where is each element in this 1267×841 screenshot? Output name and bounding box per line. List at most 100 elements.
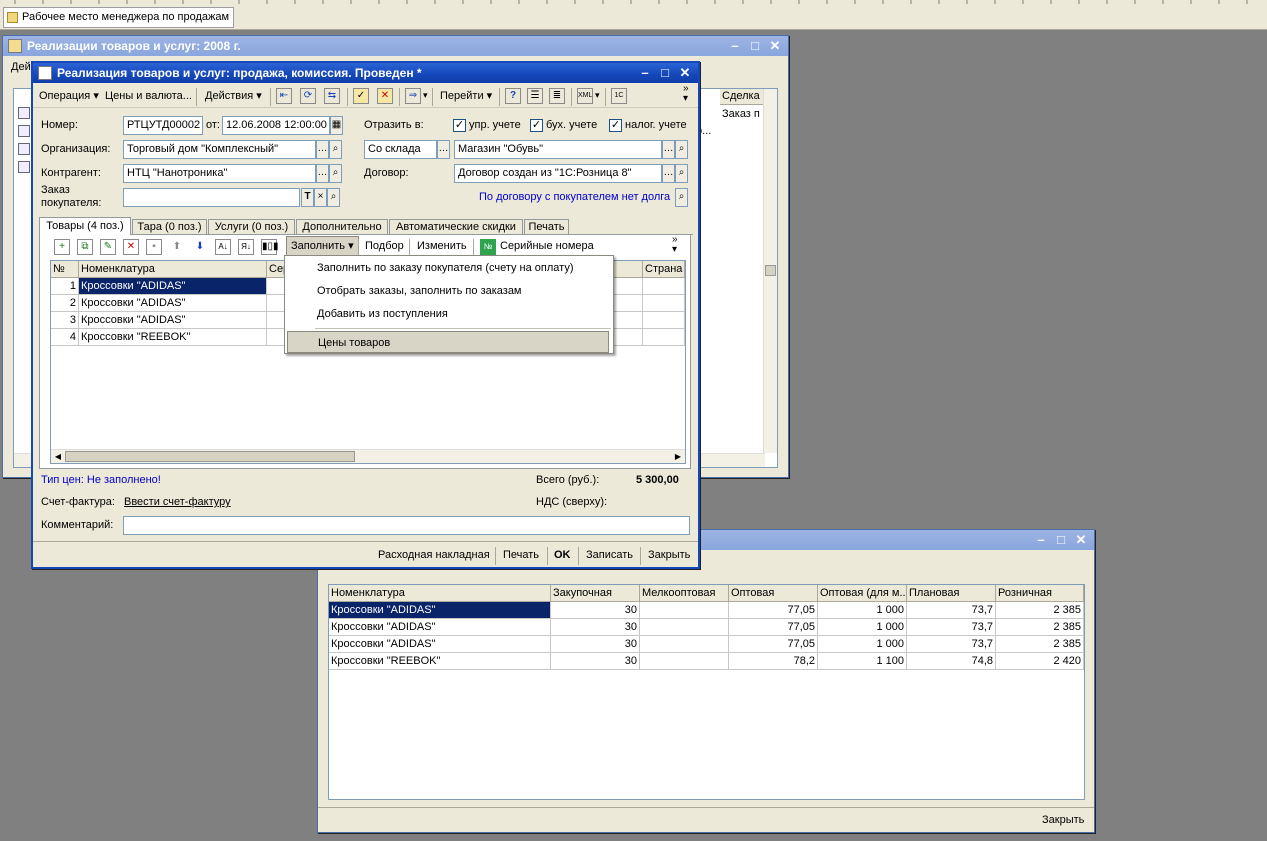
maximize-icon[interactable]: □ [1052,531,1070,549]
ellipsis-icon[interactable]: … [662,164,675,183]
list-settings-icon[interactable]: ≣ [549,88,565,104]
prices-row-wholesale[interactable]: 77,05 [729,602,818,619]
date-field[interactable]: 12.06.2008 12:00:00 [222,116,330,135]
ellipsis-icon[interactable]: … [316,140,329,159]
back-arrow-icon[interactable]: ⇤ [276,88,292,104]
prices-row-purchase[interactable]: 30 [551,636,640,653]
contract-field[interactable]: Договор создан из "1С:Розница 8" [454,164,662,183]
tab-auto-discounts[interactable]: Автоматические скидки [389,219,523,235]
row-country[interactable] [643,312,685,329]
calendar-icon[interactable]: ▦ [330,116,343,135]
scroll-left-icon[interactable]: ◀ [52,451,64,462]
row-country[interactable] [643,278,685,295]
unpost-document-icon[interactable]: ✕ [377,88,393,104]
toolbar-overflow-icon[interactable]: » ▾ [683,84,689,104]
col-number[interactable]: № [51,261,79,278]
warehouse-field[interactable]: Магазин "Обувь" [454,140,662,159]
ellipsis-icon[interactable]: … [662,140,675,159]
search-icon[interactable]: ⌕ [327,188,340,207]
sort-ascending-icon[interactable]: A↓ [215,239,231,255]
chevron-down-icon[interactable]: ▾ [423,90,428,101]
copy-icon[interactable]: ⇆ [324,88,340,104]
search-icon[interactable]: ⌕ [329,164,342,183]
number-field[interactable]: РТЦУТД00002 [123,116,203,135]
prices-col-purchase[interactable]: Закупочная [551,585,640,602]
move-down-icon[interactable]: ⬇ [192,239,208,255]
ellipsis-icon[interactable]: … [316,164,329,183]
deal-column-header[interactable]: Сделка [720,89,766,105]
prices-col-planned[interactable]: Плановая [907,585,996,602]
invoice-link[interactable]: Ввести счет-фактуру [124,493,231,512]
prices-col-wholesale[interactable]: Оптовая [729,585,818,602]
select-button[interactable]: Подбор [361,236,408,256]
prices-row-name[interactable]: Кроссовки "ADIDAS" [329,602,551,619]
prices-row-wholesale[interactable]: 77,05 [729,636,818,653]
tab-services[interactable]: Услуги (0 поз.) [208,219,295,235]
row-nomenclature[interactable]: Кроссовки "ADIDAS" [79,312,267,329]
customer-order-field[interactable] [123,188,300,207]
text-type-icon[interactable]: T [301,188,314,207]
col-nomenclature[interactable]: Номенклатура [79,261,267,278]
prices-row-name[interactable]: Кроссовки "REEBOK" [329,653,551,670]
close-icon[interactable]: ✕ [1072,531,1090,549]
edit-row-icon[interactable]: ✎ [100,239,116,255]
tab-print[interactable]: Печать [524,219,569,235]
tab-containers[interactable]: Тара (0 поз.) [132,219,207,235]
maximize-icon[interactable]: □ [656,64,674,82]
row-nomenclature[interactable]: Кроссовки "REEBOK" [79,329,267,346]
clear-icon[interactable]: × [314,188,327,207]
print-button[interactable]: Печать [499,545,543,565]
sales-document-titlebar[interactable]: Реализация товаров и услуг: продажа, ком… [33,63,698,83]
refresh-icon[interactable]: ⟳ [300,88,316,104]
prices-row-wholesale-m[interactable]: 1 000 [818,602,907,619]
scroll-right-icon[interactable]: ▶ [672,451,684,462]
close-icon[interactable]: ✕ [766,37,784,55]
document-list-titlebar[interactable]: Реализации товаров и услуг: 2008 г. – □ … [3,36,788,56]
list-vscrollbar[interactable] [763,89,777,453]
row-country[interactable] [643,329,685,346]
prices-row-name[interactable]: Кроссовки "ADIDAS" [329,636,551,653]
prices-col-retail[interactable]: Розничная [996,585,1084,602]
1c-exchange-icon[interactable]: 1С [611,88,627,104]
prices-row-name[interactable]: Кроссовки "ADIDAS" [329,619,551,636]
add-row-icon[interactable]: + [54,239,70,255]
prices-col-wholesale-m[interactable]: Оптовая (для м... [818,585,907,602]
maximize-icon[interactable]: □ [746,37,764,55]
menu-add-from-receipt[interactable]: Добавить из поступления [287,303,609,325]
mgmt-accounting-checkbox[interactable]: ✓ [453,119,466,132]
xml-export-icon[interactable]: XML [577,88,593,104]
tax-accounting-checkbox[interactable]: ✓ [609,119,622,132]
accounting-checkbox[interactable]: ✓ [530,119,543,132]
ok-button[interactable]: OK [550,545,575,565]
copy-row-icon[interactable]: ⧉ [77,239,93,255]
prices-row-planned[interactable]: 73,7 [907,636,996,653]
organization-field[interactable]: Торговый дом "Комплексный" [123,140,316,159]
row-nomenclature[interactable]: Кроссовки "ADIDAS" [79,295,267,312]
workplace-tab[interactable]: Рабочее место менеджера по продажам [3,7,235,28]
sort-descending-icon[interactable]: Я↓ [238,239,254,255]
actions-menu[interactable]: Действия ▾ [201,86,266,106]
goods-hscrollbar[interactable]: ◀ ▶ [51,449,685,463]
barcode-icon[interactable]: ▮▯▮ [261,239,279,255]
prices-currency-button[interactable]: Цены и валюта... [101,86,196,106]
prices-row-purchase[interactable]: 30 [551,619,640,636]
goto-menu[interactable]: Перейти ▾ [436,86,496,106]
fill-button[interactable]: Заполнить ▾ [286,236,359,257]
menu-goods-prices[interactable]: Цены товаров [287,331,609,353]
prices-row-purchase[interactable]: 30 [551,653,640,670]
minimize-icon[interactable]: – [636,64,654,82]
col-country[interactable]: Страна [643,261,685,278]
debt-status-link[interactable]: По договору с покупателем нет долга [479,188,670,207]
prices-row-planned[interactable]: 74,8 [907,653,996,670]
ellipsis-icon[interactable]: … [437,140,450,159]
post-document-icon[interactable]: ✓ [353,88,369,104]
prices-row-wholesale[interactable]: 77,05 [729,619,818,636]
save-button[interactable]: Записать [582,545,637,565]
serial-numbers-icon[interactable]: № [480,239,496,255]
serial-numbers-button[interactable]: Серийные номера [496,236,598,256]
help-icon[interactable]: ? [505,88,521,104]
prices-row-wholesale-m[interactable]: 1 000 [818,619,907,636]
end-edit-icon[interactable]: ▪ [146,239,162,255]
prices-row-wholesale[interactable]: 78,2 [729,653,818,670]
prices-row-planned[interactable]: 73,7 [907,602,996,619]
